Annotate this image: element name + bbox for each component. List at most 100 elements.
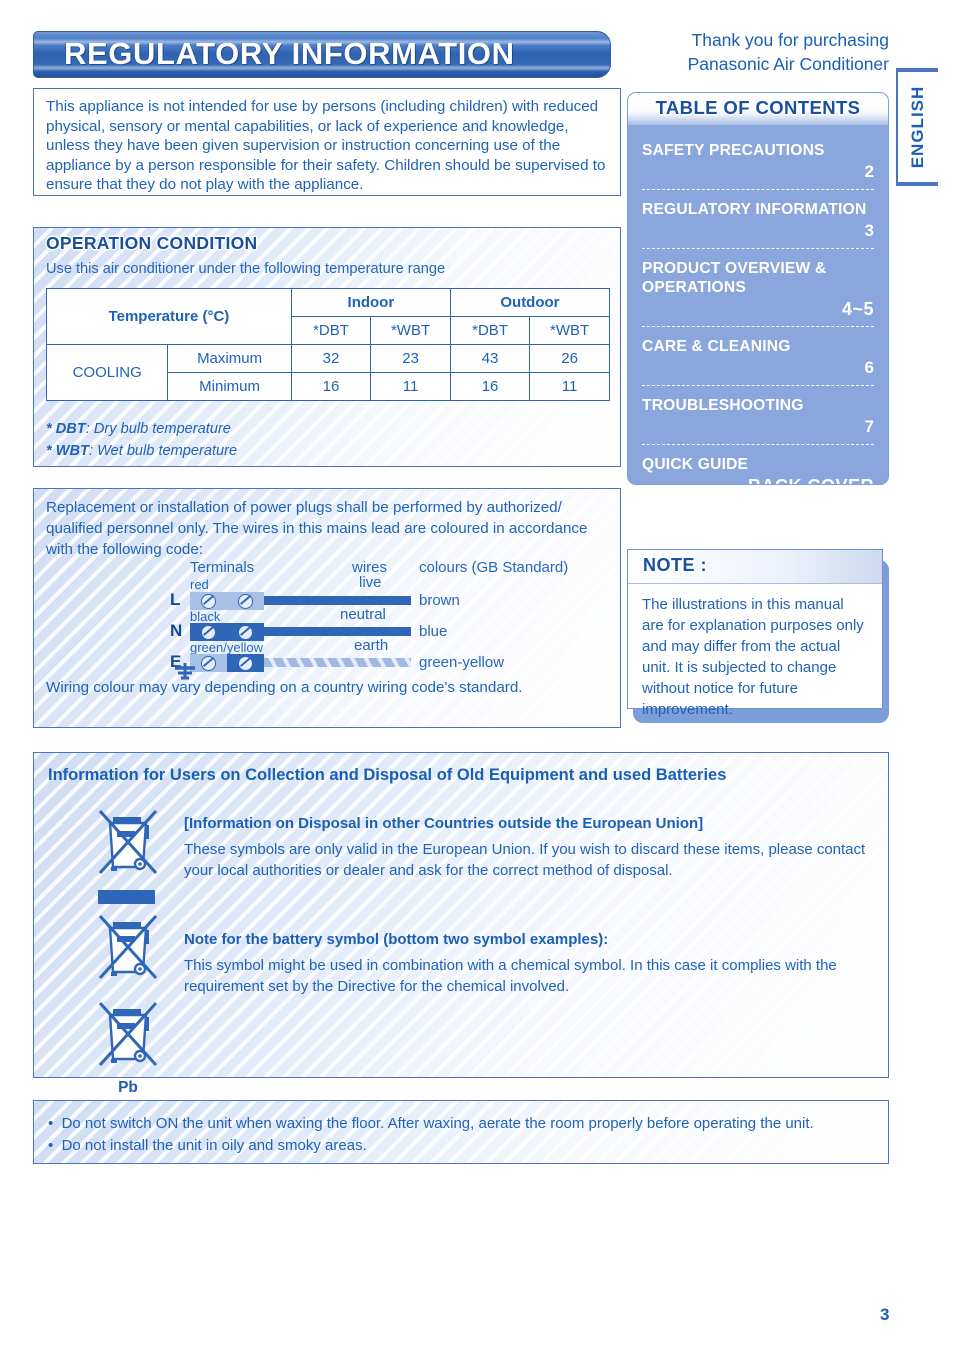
screw-icon	[201, 593, 216, 609]
thank-you-message: Thank you for purchasing Panasonic Air C…	[627, 28, 889, 76]
disposal-section-2-heading: Note for the battery symbol (bottom two …	[184, 931, 609, 948]
table-corner-header: Temperature (°C)	[46, 288, 292, 345]
toc-title: TABLE OF CONTENTS	[655, 97, 861, 118]
table-subheader-indoor-dbt: *DBT	[290, 316, 372, 345]
disposal-information-box: Information for Users on Collection and …	[33, 752, 889, 1096]
intro-notice-box: This appliance is not intended for use b…	[33, 88, 621, 196]
wiring-wire-live: live	[359, 574, 382, 591]
wire-live	[264, 596, 411, 605]
table-group-header-indoor: Indoor	[290, 288, 451, 317]
operation-condition-box: OPERATION CONDITION Use this air conditi…	[33, 227, 621, 467]
warnings-list: • Do not switch ON the unit when waxing …	[48, 1113, 814, 1157]
table-group-header-outdoor: Outdoor	[449, 288, 611, 317]
toc-item-label: SAFETY PRECAUTIONS	[642, 142, 825, 159]
wiring-terminal-colour-e: green/yellow	[190, 640, 263, 655]
toc-item-page: 4~5	[841, 299, 874, 319]
footnote-wbt-abbr: * WBT	[46, 443, 89, 459]
table-mode-cooling: COOLING	[45, 344, 169, 401]
wiring-colour-green-yellow: green-yellow	[419, 654, 505, 671]
toc-item-label: TROUBLESHOOTING	[642, 397, 804, 414]
wiring-terminal-block-l	[190, 592, 264, 610]
language-tab: ENGLISH	[896, 68, 938, 186]
table-cell-max-indoor-wbt: 23	[370, 344, 451, 373]
wire-earth	[264, 658, 411, 667]
toc-item-page: 6	[864, 358, 874, 377]
power-plug-text: Replacement or installation of power plu…	[46, 499, 588, 558]
toc-item-regulatory-information[interactable]: REGULATORY INFORMATION 3	[642, 190, 874, 249]
table-cell-max-indoor-dbt: 32	[290, 344, 372, 373]
toc-item-label: PRODUCT OVERVIEW & OPERATIONS	[642, 260, 827, 296]
operation-condition-subheading: Use this air conditioner under the follo…	[46, 261, 446, 277]
screw-icon	[201, 624, 216, 640]
footnote-dbt: * DBT: Dry bulb temperature	[46, 418, 237, 440]
crossed-out-wheelie-bin-icon	[90, 910, 166, 991]
screw-icon	[238, 593, 253, 609]
screw-icon	[238, 624, 253, 640]
table-row-label-minimum: Minimum	[167, 372, 292, 401]
footnote-wbt: * WBT: Wet bulb temperature	[46, 440, 237, 462]
page-title: REGULATORY INFORMATION	[64, 36, 515, 71]
table-subheader-outdoor-dbt: *DBT	[449, 316, 531, 345]
wiring-wire-neutral: neutral	[340, 606, 386, 623]
toc-item-label: CARE & CLEANING	[642, 338, 791, 355]
disposal-section-1: [Information on Disposal in other Countr…	[184, 815, 874, 881]
table-cell-min-outdoor-dbt: 16	[449, 372, 531, 401]
thank-you-line-1: Thank you for purchasing	[691, 30, 889, 50]
table-of-contents: TABLE OF CONTENTS SAFETY PRECAUTIONS 2 R…	[627, 92, 889, 485]
toc-item-troubleshooting[interactable]: TROUBLESHOOTING 7	[642, 386, 874, 445]
toc-item-care-cleaning[interactable]: CARE & CLEANING 6	[642, 327, 874, 386]
toc-item-quick-guide[interactable]: QUICK GUIDE BACK COVER	[642, 445, 874, 484]
wiring-colour-blue: blue	[419, 623, 448, 640]
note-title: NOTE :	[643, 555, 707, 575]
disposal-solid-bar	[98, 890, 155, 904]
toc-header: TABLE OF CONTENTS	[628, 93, 888, 125]
toc-list: SAFETY PRECAUTIONS 2 REGULATORY INFORMAT…	[628, 125, 888, 484]
table-row-label-maximum: Maximum	[167, 344, 292, 373]
disposal-section-2: Note for the battery symbol (bottom two …	[184, 931, 874, 997]
note-body: The illustrations in this manual are for…	[642, 596, 864, 718]
warning-item: • Do not install the unit in oily and sm…	[48, 1137, 367, 1154]
page-number: 3	[880, 1305, 890, 1324]
wiring-letter-l: L	[170, 590, 181, 609]
power-plug-box: Replacement or installation of power plu…	[33, 488, 621, 728]
table-subheader-indoor-wbt: *WBT	[370, 316, 451, 345]
toc-item-label: REGULATORY INFORMATION	[642, 201, 867, 218]
table-cell-max-outdoor-wbt: 26	[529, 344, 610, 373]
toc-item-safety-precautions[interactable]: SAFETY PRECAUTIONS 2	[642, 131, 874, 190]
wiring-colour-footer: Wiring colour may vary depending on a co…	[46, 679, 523, 696]
toc-item-page: 2	[864, 162, 874, 181]
footnote-dbt-text: : Dry bulb temperature	[85, 421, 231, 437]
page-title-banner: REGULATORY INFORMATION	[33, 31, 611, 78]
table-cell-min-indoor-dbt: 16	[290, 372, 372, 401]
table-row: COOLING Maximum 32 23 43 26	[45, 344, 610, 401]
note-box: NOTE : The illustrations in this manual …	[627, 549, 883, 718]
note-header: NOTE :	[628, 550, 882, 584]
operation-condition-heading: OPERATION CONDITION	[46, 233, 258, 253]
battery-chemical-label: Pb	[118, 1079, 138, 1096]
manual-page: REGULATORY INFORMATION Thank you for pur…	[0, 0, 954, 1354]
warning-item: • Do not switch ON the unit when waxing …	[48, 1115, 814, 1132]
intro-notice-text: This appliance is not intended for use b…	[46, 98, 606, 194]
toc-item-product-overview-operations[interactable]: PRODUCT OVERVIEW & OPERATIONS 4~5	[642, 249, 874, 327]
wire-neutral	[264, 627, 411, 636]
disposal-symbol-column: Pb	[90, 805, 170, 1101]
wiring-terminal-block-e	[190, 654, 264, 672]
disposal-section-1-heading: [Information on Disposal in other Countr…	[184, 815, 704, 832]
wiring-terminal-block-n	[190, 623, 264, 641]
temperature-range-table: Temperature (°C) Indoor Outdoor *DBT *WB…	[45, 288, 611, 401]
wiring-letter-n: N	[170, 621, 183, 640]
warning-item-text: Do not switch ON the unit when waxing th…	[61, 1115, 814, 1132]
wiring-terminal-colour-l: red	[190, 577, 209, 592]
language-tab-label: ENGLISH	[908, 85, 927, 169]
crossed-out-wheelie-bin-icon-pb: Pb	[90, 997, 166, 1097]
warning-item-text: Do not install the unit in oily and smok…	[61, 1137, 367, 1154]
table-cell-min-outdoor-wbt: 11	[529, 372, 610, 401]
wiring-terminal-colour-n: black	[190, 609, 221, 624]
warnings-box: • Do not switch ON the unit when waxing …	[33, 1100, 889, 1164]
table-row: Temperature (°C) Indoor Outdoor	[46, 288, 611, 345]
toc-item-page: 7	[864, 417, 874, 436]
wiring-diagram: Terminals wires colours (GB Standard) re…	[154, 559, 594, 680]
table-cell-min-indoor-wbt: 11	[370, 372, 451, 401]
footnote-dbt-abbr: * DBT	[46, 421, 86, 437]
screw-icon	[238, 655, 253, 671]
